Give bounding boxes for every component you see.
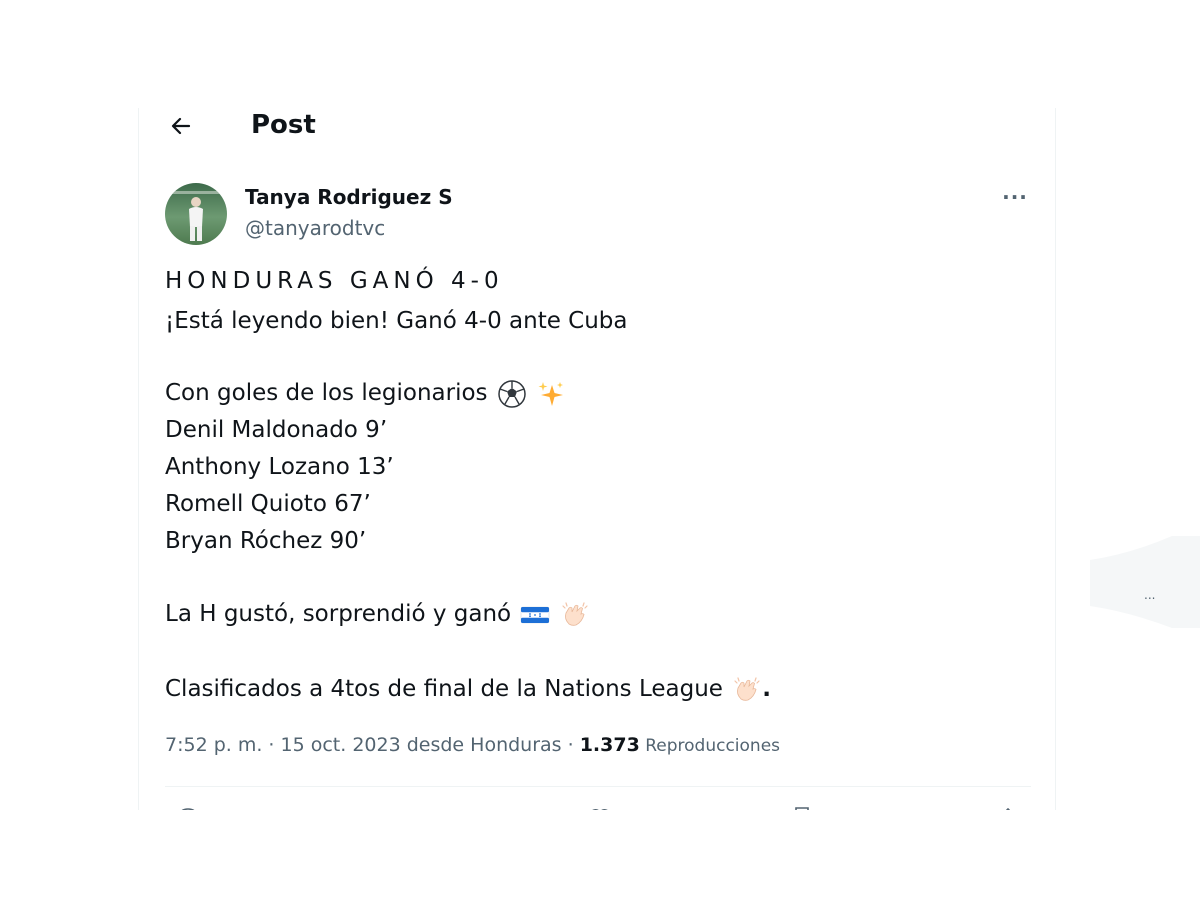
like-icon[interactable] <box>589 806 611 810</box>
honduras-flag-icon <box>520 600 550 630</box>
tweet-line-2-text: Con goles de los legionarios <box>165 380 488 406</box>
share-icon[interactable] <box>997 806 1019 810</box>
soccer-ball-icon <box>497 379 527 409</box>
screenshot-stage: Post Tanya Rodriguez S @tanyarodtvc ··· … <box>0 0 1200 900</box>
scorer-line: Bryan Róchez 90’ <box>165 528 367 554</box>
more-horizontal-icon[interactable]: ··· <box>999 184 1031 210</box>
arrow-left-icon[interactable] <box>167 112 195 140</box>
author-name[interactable]: Tanya Rodriguez S <box>245 184 453 210</box>
side-panel-card <box>1090 536 1200 628</box>
reply-icon[interactable] <box>177 806 199 810</box>
author-handle[interactable]: @tanyarodtvc <box>245 215 385 241</box>
post-meta: 7:52 p. m. · 15 oct. 2023 desde Honduras… <box>165 732 780 759</box>
side-panel-more-icon[interactable]: ... <box>1144 588 1155 602</box>
avatar[interactable] <box>165 183 227 245</box>
post-detail-panel: Post Tanya Rodriguez S @tanyarodtvc ··· … <box>138 108 1056 810</box>
divider <box>165 786 1031 787</box>
views-count: 1.373 <box>579 734 640 756</box>
tweet-line-3-text: La H gustó, sorprendió y ganó <box>165 601 512 627</box>
tweet-line-4-text: Clasificados a 4tos de final de la Natio… <box>165 676 723 702</box>
tweet-line-1: ¡Está leyendo bien! Ganó 4-0 ante Cuba <box>165 308 628 334</box>
tweet-headline: HONDURAS GANÓ 4-0 <box>165 268 504 294</box>
tweet-line-2: Con goles de los legionarios <box>165 378 566 409</box>
tweet-line-4-end: . <box>762 676 772 702</box>
scorer-line: Anthony Lozano 13’ <box>165 454 394 480</box>
tweet-line-4: Clasificados a 4tos de final de la Natio… <box>165 674 771 705</box>
bookmark-icon[interactable] <box>791 806 813 810</box>
views-label: Reproducciones <box>639 736 781 756</box>
tweet-line-3: La H gustó, sorprendió y ganó <box>165 599 590 630</box>
clapping-hands-icon <box>560 600 590 630</box>
scorer-line: Denil Maldonado 9’ <box>165 417 388 443</box>
post-timestamp[interactable]: 7:52 p. m. · 15 oct. 2023 desde Honduras… <box>165 734 580 756</box>
sparkles-icon <box>536 379 566 409</box>
scorer-line: Romell Quioto 67’ <box>165 491 371 517</box>
page-title: Post <box>251 110 316 140</box>
post-header: Post <box>139 108 1055 144</box>
clapping-hands-icon <box>732 675 762 705</box>
